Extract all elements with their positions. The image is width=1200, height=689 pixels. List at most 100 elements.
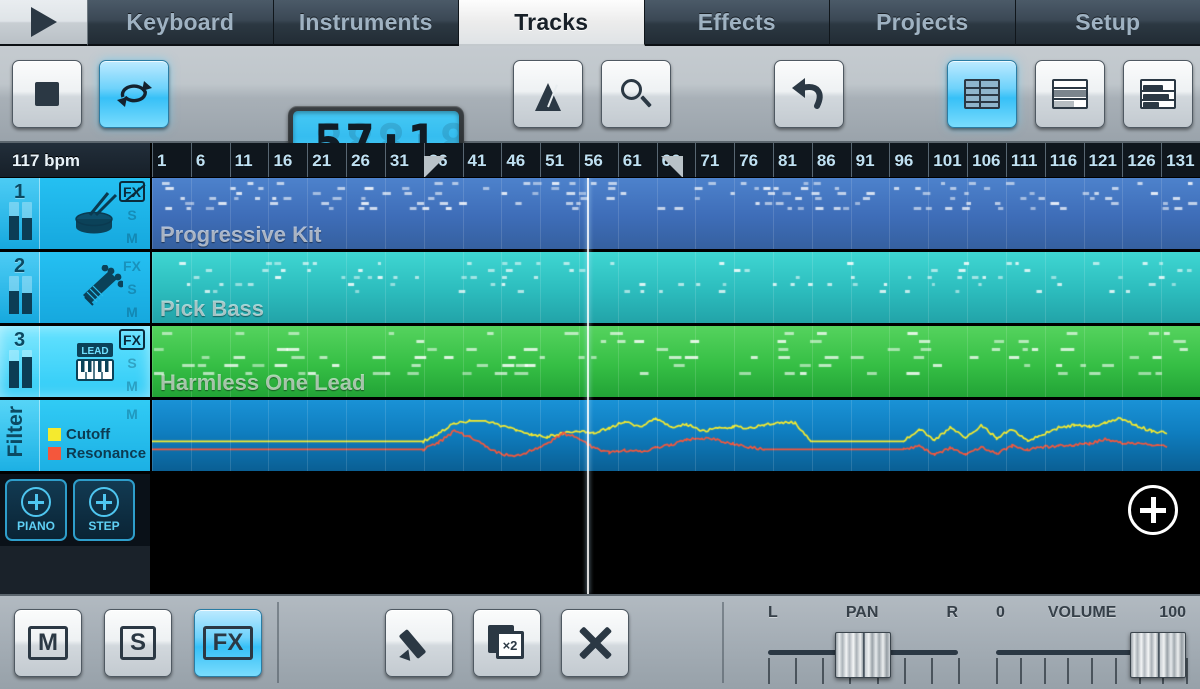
track-number: 2 [13,255,26,277]
track-clip-3[interactable]: Harmless One Lead [152,326,1200,400]
track-header-3[interactable]: 3 LEAD FX S M [0,326,152,400]
tempo-display[interactable]: 117 bpm [0,143,152,177]
track-row[interactable]: 1 FX S M Progressive Kit [0,178,1200,252]
solo-flag[interactable]: S [119,278,145,299]
loop-button[interactable] [99,60,169,128]
solo-flag-label: S [127,354,137,371]
track-instrument-cell[interactable]: FX S M [40,252,150,323]
solo-flag-label: S [127,280,137,297]
tab-instruments[interactable]: Instruments [273,0,459,46]
pan-control[interactable]: L PAN R [768,604,960,686]
plus-icon [21,487,51,517]
automation-header[interactable]: Filter Cutoff Resonance M [0,400,152,474]
solo-button[interactable]: S [104,609,172,677]
plus-icon [89,487,119,517]
fx-label: FX [202,626,254,660]
mute-label: M [28,626,68,660]
track-clip-1[interactable]: Progressive Kit [152,178,1200,252]
mute-flag[interactable]: M [119,227,145,248]
tab-setup[interactable]: Setup [1015,0,1200,46]
duplicate-label: ×2 [502,637,518,653]
zoom-button[interactable] [601,60,671,128]
mute-flag[interactable]: M [119,301,145,322]
add-track-icon[interactable] [1128,485,1178,535]
volume-slider-track[interactable] [996,632,1188,686]
volume-control[interactable]: 0 VOLUME 100 [996,604,1188,686]
track-clip-2[interactable]: Pick Bass [152,252,1200,326]
tab-tracks[interactable]: Tracks [459,0,645,46]
stop-button[interactable] [12,60,82,128]
magnifier-icon [619,77,653,111]
automation-label-cell: Filter [0,400,40,471]
view-pianoroll-button[interactable] [1123,60,1193,128]
solo-flag[interactable]: S [119,204,145,225]
mute-button[interactable]: M [14,609,82,677]
fx-button[interactable]: FX [194,609,262,677]
automation-row[interactable]: Filter Cutoff Resonance M [0,400,1200,474]
undo-icon [792,78,823,109]
track-header-2[interactable]: 2 FX S M [0,252,152,326]
fx-flag[interactable]: FX [119,255,145,276]
volume-title: VOLUME [1047,604,1117,621]
arrangement-area[interactable]: 1 FX S M Progressive Kit 2 FX S M Pick B… [0,178,1200,594]
track-number-cell: 3 [0,326,40,397]
add-track-row[interactable]: PIANO STEP [0,474,1200,546]
tab-projects[interactable]: Projects [830,0,1016,46]
header-tail [0,546,152,594]
track-header-1[interactable]: 1 FX S M [0,178,152,252]
pan-right-label: R [946,604,958,621]
timeline-ruler[interactable]: 117 bpm 1 6 11 16 21 26 31 36 41 46 51 56 61 66 71 76 81… [0,143,1200,178]
delete-clip-button[interactable] [561,609,629,677]
pan-thumb[interactable] [835,632,891,678]
fx-flag[interactable]: FX [119,329,145,350]
tab-keyboard[interactable]: Keyboard [88,0,274,46]
automation-flags[interactable]: M [119,403,145,424]
volume-max-label: 100 [1159,604,1186,621]
track-flags[interactable]: FX S M [119,181,146,248]
legend-label: Cutoff [66,425,111,443]
edit-clip-button[interactable] [385,609,453,677]
ruler-tick: 16 [268,143,292,177]
fx-flag[interactable]: FX [119,181,146,202]
track-row[interactable]: 3 LEAD FX S M Harmless One Lead [0,326,1200,400]
ruler-tick: 41 [462,143,486,177]
pan-slider-track[interactable] [768,632,960,686]
ruler-tick: 86 [811,143,836,177]
play-button[interactable] [0,0,88,46]
add-step-track-button[interactable]: STEP [73,479,135,541]
tab-effects[interactable]: Effects [644,0,830,46]
track-row[interactable]: 2 FX S M Pick Bass [0,252,1200,326]
add-piano-track-button[interactable]: PIANO [5,479,67,541]
view-mixer-button[interactable] [1035,60,1105,128]
tab-label: Keyboard [126,8,235,35]
midi-notes [152,326,1198,397]
undo-button[interactable] [774,60,844,128]
clip-tail [152,546,1200,594]
mute-flag[interactable]: M [119,403,145,424]
track-flags[interactable]: FX S M [119,329,145,396]
duplicate-clip-button[interactable]: ×2 [473,609,541,677]
duplicate-icon: ×2 [488,625,526,661]
view-arranger-button[interactable] [947,60,1017,128]
svg-text:LEAD: LEAD [81,346,108,357]
track-instrument-cell[interactable]: FX S M [40,178,150,249]
track-instrument-cell[interactable]: LEAD FX S M [40,326,150,397]
ruler-tick: 106 [967,143,1000,177]
volume-thumb[interactable] [1130,632,1186,678]
legend-item-cutoff: Cutoff [48,426,146,443]
metronome-button[interactable] [513,60,583,128]
automation-lane[interactable] [152,400,1200,474]
loop-start-marker[interactable] [423,156,446,177]
empty-arrangement-space[interactable] [152,474,1200,546]
mute-flag[interactable]: M [119,375,145,396]
loop-icon [117,81,152,107]
ruler-ticks[interactable]: 1 6 11 16 21 26 31 36 41 46 51 56 61 66 71 76 81 86 91 96 10… [152,143,1200,177]
mute-flag-label: M [126,405,138,422]
automation-legend-cell[interactable]: Cutoff Resonance M [40,400,150,471]
pan-title: PAN [845,604,879,621]
solo-flag[interactable]: S [119,352,145,373]
track-flags[interactable]: FX S M [119,255,145,322]
midi-notes [152,178,1198,249]
loop-end-marker[interactable] [660,156,683,177]
bottom-toolbar: M S FX ×2 L PAN R 0 VOLUME 100 [0,594,1200,689]
